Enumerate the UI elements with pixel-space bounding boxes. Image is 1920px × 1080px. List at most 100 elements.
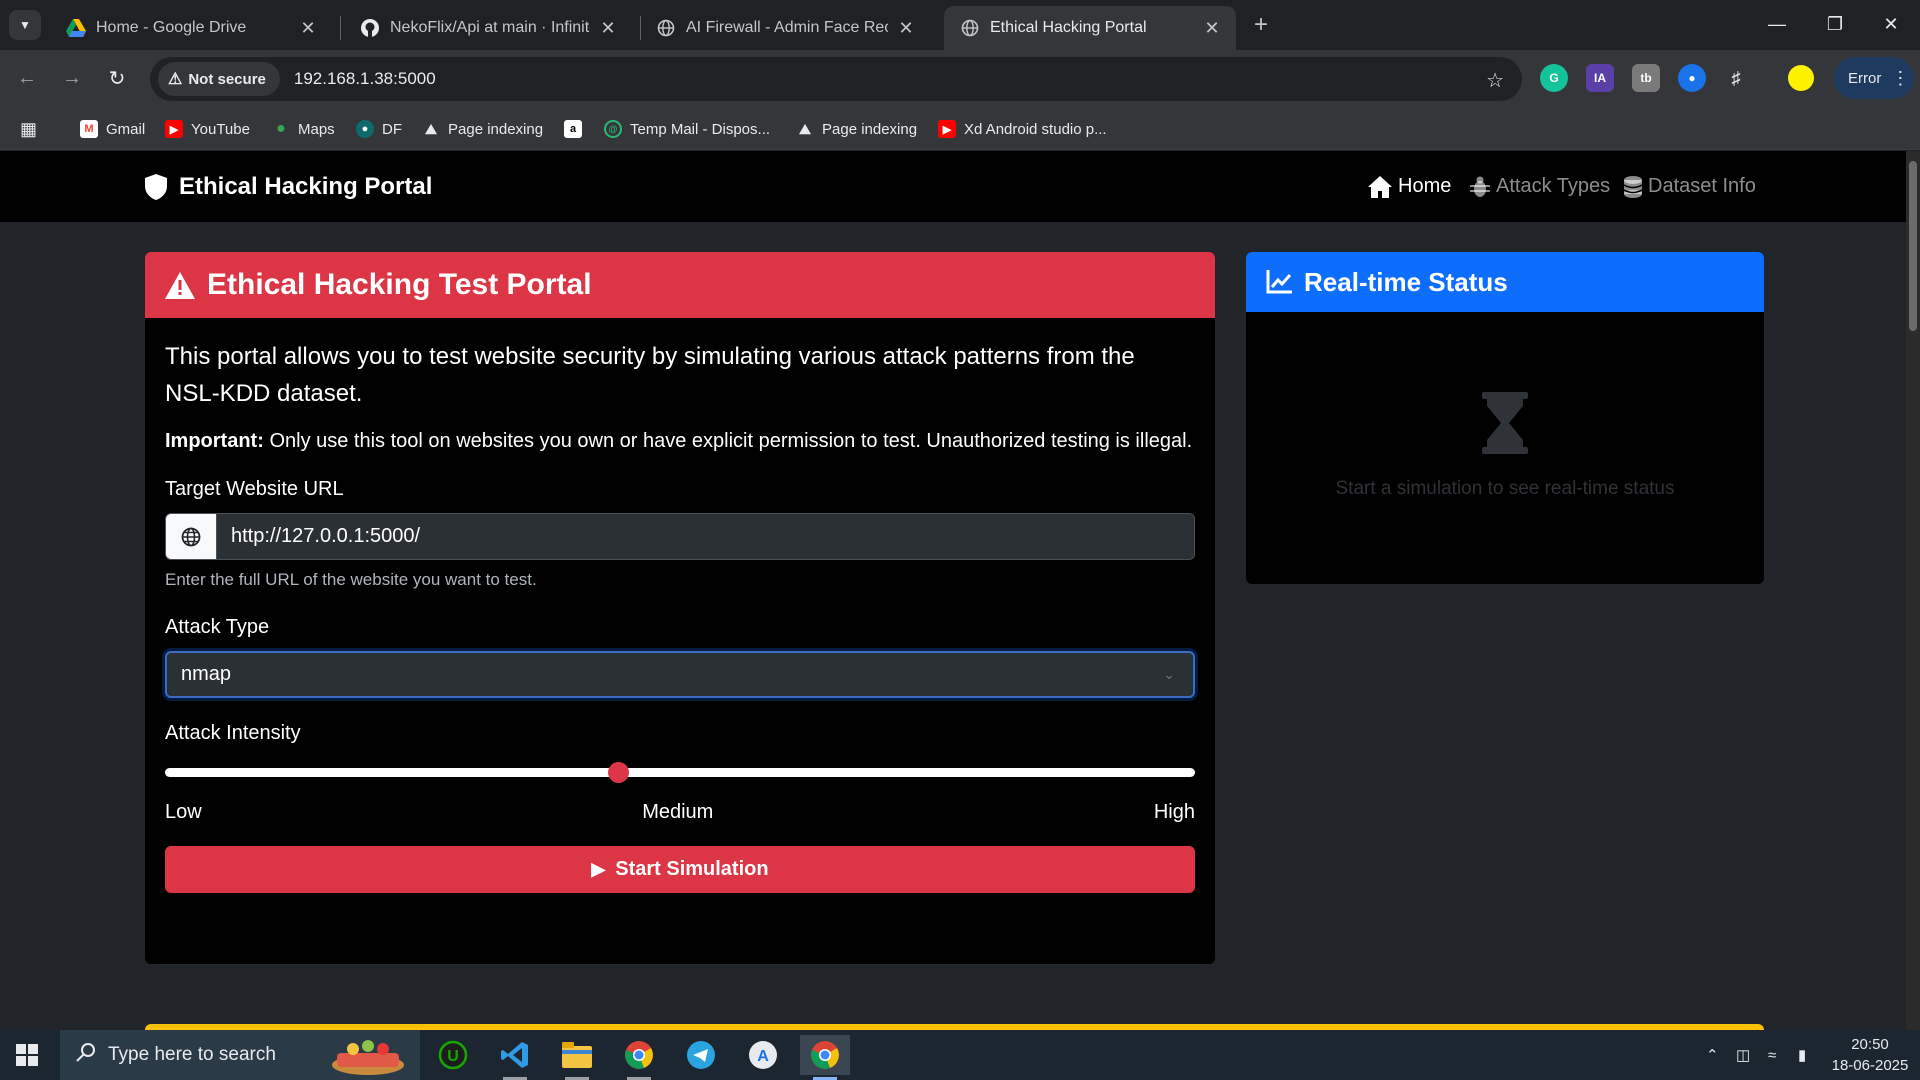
bookmark-amazon[interactable]: a (564, 117, 590, 141)
site-brand[interactable]: Ethical Hacking Portal (145, 173, 432, 201)
tab-strip: ▼ Home - Google Drive ✕ NekoFlix/Api at … (0, 0, 1920, 50)
status-placeholder: Start a simulation to see real-time stat… (1335, 478, 1675, 499)
test-portal-card: Ethical Hacking Test Portal This portal … (145, 252, 1215, 964)
apps-grid-icon: ▦ (20, 118, 38, 139)
show-hidden-icons-button[interactable]: ⌃ (1706, 1030, 1719, 1080)
globe-icon (960, 18, 980, 38)
bookmark-label: YouTube (191, 120, 250, 138)
search-icon (76, 1042, 96, 1068)
tab-ethical-hacking-portal[interactable]: Ethical Hacking Portal ✕ (944, 6, 1236, 50)
tab-google-drive[interactable]: Home - Google Drive ✕ (50, 6, 332, 50)
battery-icon[interactable]: ▮ (1798, 1030, 1806, 1080)
clock-date: 18-06-2025 (1831, 1057, 1909, 1074)
back-button[interactable]: ← (12, 63, 42, 93)
close-icon[interactable]: ✕ (598, 18, 618, 39)
slider-track[interactable] (165, 768, 1195, 777)
url-text[interactable]: 192.168.1.38:5000 (294, 69, 436, 89)
intensity-slider[interactable] (165, 757, 1195, 787)
close-icon[interactable]: ✕ (298, 18, 318, 39)
grammarly-icon[interactable]: G (1540, 64, 1568, 92)
df-icon: ● (356, 120, 374, 138)
target-url-input[interactable]: http://127.0.0.1:5000/ (217, 513, 1195, 560)
tab-ai-firewall[interactable]: AI Firewall - Admin Face Recogn ✕ (640, 6, 930, 50)
wifi-glyph: ≈ (1768, 1046, 1777, 1064)
upwork-icon[interactable]: U (428, 1035, 478, 1075)
url-label: Target Website URL (165, 478, 344, 500)
youtube-icon: ▶ (938, 120, 956, 138)
close-icon: ✕ (1883, 13, 1899, 34)
ia-icon[interactable]: IA (1586, 64, 1614, 92)
chrome-icon[interactable] (800, 1035, 850, 1080)
arrow-left-icon: ← (17, 66, 37, 89)
nav-label: Attack Types (1496, 175, 1611, 197)
profile-avatar[interactable] (1788, 65, 1814, 91)
monitor-icon: ◫ (1736, 1047, 1751, 1064)
bookmark-gmail[interactable]: M Gmail (80, 117, 145, 141)
database-icon (1624, 175, 1642, 198)
temp-mail-icon: @ (604, 120, 622, 138)
minimize-icon: — (1768, 13, 1786, 34)
bookmark-temp-mail[interactable]: @ Temp Mail - Dispos... (604, 117, 770, 141)
bookmark-label: Gmail (106, 120, 146, 138)
slider-thumb[interactable] (608, 762, 630, 783)
bookmark-page-indexing[interactable]: ⛰ Page indexing (422, 117, 543, 141)
chrome-profile-icon[interactable] (614, 1035, 664, 1080)
minimize-button[interactable]: — (1748, 0, 1806, 48)
tab-title: AI Firewall - Admin Face Recogn (686, 19, 888, 36)
address-bar[interactable]: ⚠ Not secure 192.168.1.38:5000 ☆ (150, 57, 1522, 101)
app-store-icon[interactable]: A (738, 1035, 788, 1075)
attack-type-label: Attack Type (165, 616, 270, 638)
realtime-status-card: Real-time Status Start a simulation to s… (1246, 252, 1764, 584)
profile-error-button[interactable]: Error ⋮ (1834, 57, 1914, 99)
chevron-up-icon: ⌃ (1706, 1047, 1719, 1064)
scrollbar-thumb[interactable] (1909, 161, 1917, 331)
close-icon[interactable]: ✕ (896, 18, 916, 39)
bookmark-maps[interactable]: ● Maps (272, 117, 335, 141)
site-navbar: Ethical Hacking Portal Home Attack Types… (0, 151, 1906, 222)
display-icon[interactable]: ◫ (1736, 1030, 1750, 1080)
plus-icon: + (1253, 11, 1268, 38)
menu-dots-icon: ⋮ (1891, 67, 1910, 88)
bookmark-youtube[interactable]: ▶ YouTube (165, 117, 250, 141)
intensity-scale: Low Medium High (165, 801, 1195, 824)
tab-search-button[interactable]: ▼ (9, 10, 41, 40)
file-explorer-icon[interactable] (552, 1035, 602, 1080)
bookmark-df[interactable]: ● DF (356, 117, 402, 141)
battery-glyph: ▮ (1798, 1047, 1807, 1064)
tab-github[interactable]: NekoFlix/Api at main · Infinite-N ✕ (344, 6, 632, 50)
home-icon (1368, 175, 1392, 198)
close-icon[interactable]: ✕ (1202, 18, 1222, 39)
nav-attack-types[interactable]: Attack Types (1470, 175, 1610, 198)
bookmark-page-indexing-2[interactable]: ⛰ Page indexing (796, 117, 917, 141)
extension-tb-icon[interactable]: tb (1632, 64, 1660, 92)
telegram-icon[interactable] (676, 1035, 726, 1075)
restore-button[interactable]: ❐ (1806, 0, 1864, 48)
intensity-medium-label: Medium (642, 801, 714, 823)
nav-dataset-info[interactable]: Dataset Info (1624, 175, 1756, 198)
page-scrollbar[interactable] (1906, 151, 1920, 1030)
puzzle-icon[interactable]: ♯ (1722, 64, 1750, 92)
bookmark-xd-android[interactable]: ▶ Xd Android studio p... (938, 117, 1107, 141)
taskbar-clock[interactable]: 20:50 18-06-2025 (1830, 1034, 1910, 1076)
gmail-icon: M (80, 120, 98, 138)
attack-type-select[interactable]: nmap ⌄ (165, 651, 1195, 698)
widgets-icon[interactable] (318, 1035, 418, 1075)
vscode-icon[interactable] (490, 1035, 540, 1080)
bookmark-star-icon[interactable]: ☆ (1486, 68, 1504, 93)
profile-error-label: Error (1848, 69, 1882, 87)
site-security-chip[interactable]: ⚠ Not secure (158, 62, 280, 96)
new-tab-button[interactable]: + (1246, 10, 1276, 40)
close-window-button[interactable]: ✕ (1862, 0, 1920, 48)
web-page: Ethical Hacking Portal Home Attack Types… (0, 151, 1906, 1030)
reload-button[interactable]: ↻ (102, 63, 132, 93)
wifi-icon[interactable]: ≈ (1768, 1030, 1776, 1080)
nav-home[interactable]: Home (1368, 175, 1451, 198)
card-title: Ethical Hacking Test Portal (207, 268, 592, 301)
forward-button[interactable]: → (57, 63, 87, 93)
bookmark-label: Page indexing (822, 120, 918, 138)
apps-grid-button[interactable]: ▦ (20, 117, 37, 141)
extension-blue-icon[interactable]: ● (1678, 64, 1706, 92)
windows-start-icon[interactable] (16, 1044, 38, 1066)
bookmark-label: Temp Mail - Dispos... (630, 120, 771, 138)
start-simulation-button[interactable]: ▶ Start Simulation (165, 846, 1195, 893)
